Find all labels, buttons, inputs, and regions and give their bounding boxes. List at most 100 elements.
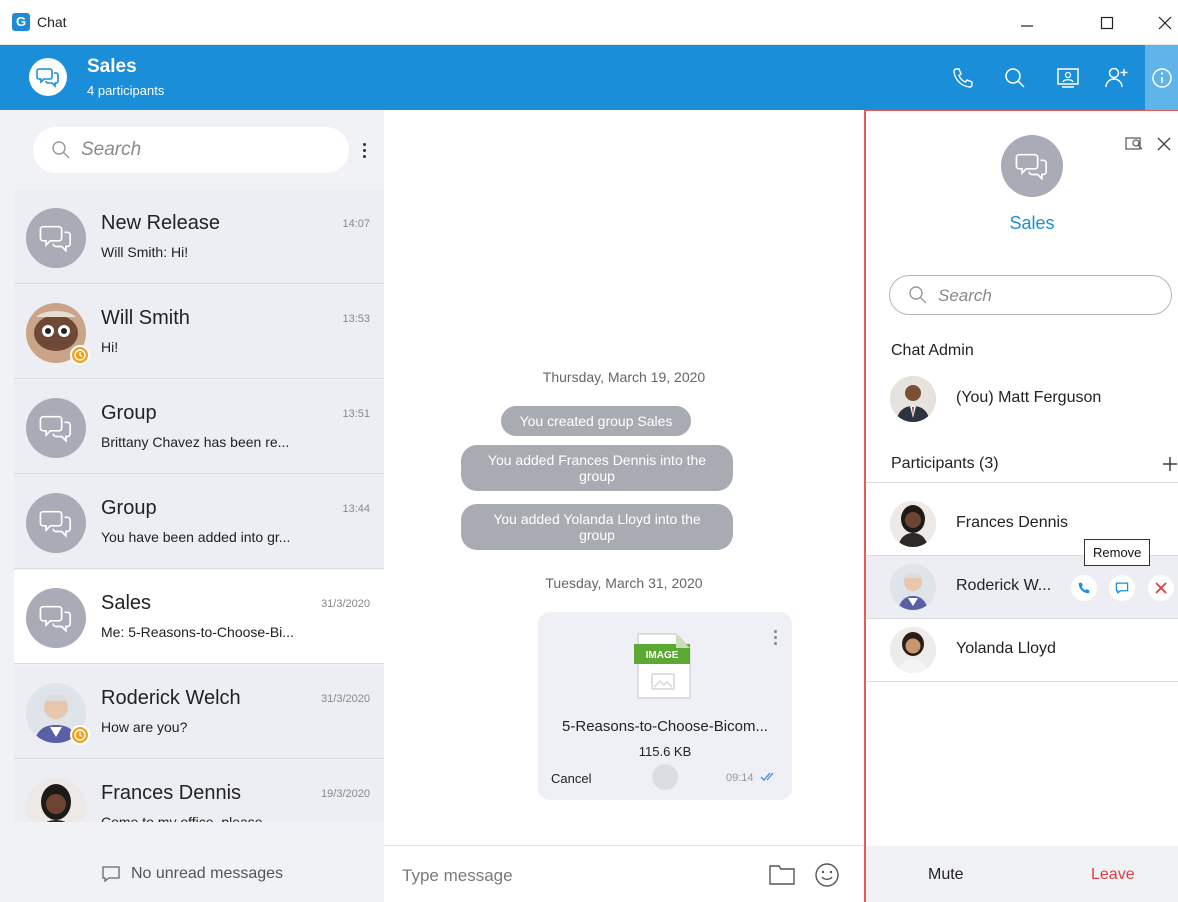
remove-participant-button[interactable] [1148,575,1174,601]
phone-icon [953,68,973,88]
double-check-icon [760,772,774,781]
remove-tooltip: Remove [1084,539,1151,566]
screen-share-icon [1057,68,1079,88]
message-time: 09:14 [726,772,754,784]
close-panel-icon[interactable] [1157,137,1171,151]
system-message: You created group Sales [501,406,691,436]
divider [866,482,1178,483]
chat-name: Group [101,497,157,519]
avatar [26,588,86,648]
folder-icon[interactable] [768,864,796,886]
add-participant-button[interactable] [1100,61,1134,95]
unread-status: No unread messages [0,845,384,902]
info-icon [1151,67,1172,88]
file-size: 115.6 KB [638,744,692,759]
chat-list: New Release Will Smith: Hi! 14:07 Will Smit… [0,190,384,822]
chat-time: 13:51 [342,408,370,420]
chat-time: 13:53 [342,313,370,325]
chat-last-message: Come to my office, please [101,814,263,822]
chat-window: G Chat Sales 4 participants Search New R… [0,0,1178,902]
chat-name: Roderick Welch [101,687,241,709]
unread-status-text: No unread messages [130,864,284,882]
chat-list-item[interactable]: Group Brittany Chavez has been re... 13:51 [14,380,384,474]
chat-search-input[interactable] [81,137,331,163]
close-window-button[interactable] [1150,8,1178,38]
message-icon [1115,582,1129,595]
maximize-button[interactable] [1092,8,1122,38]
app-logo-icon: G [12,13,30,31]
cancel-upload-link[interactable]: Cancel [551,771,591,786]
mute-button[interactable]: Mute [928,866,964,884]
chat-time: 14:07 [342,218,370,230]
conversation-panel: Thursday, March 19, 2020 You created gro… [384,110,864,902]
file-menu-button[interactable] [774,630,777,645]
chat-last-message: Brittany Chavez has been re... [101,434,290,450]
leave-button[interactable]: Leave [1091,866,1135,884]
chat-time: 13:44 [342,503,370,515]
chat-last-message: Me: 5-Reasons-to-Choose-Bi... [101,624,294,640]
conversation-title: Sales [87,56,137,77]
add-participant-icon[interactable] [1162,456,1178,472]
chat-list-panel: New Release Will Smith: Hi! 14:07 Will Smit… [0,110,384,902]
search-icon [1005,68,1025,88]
date-separator: Thursday, March 19, 2020 [542,369,706,385]
chat-list-item[interactable]: Frances Dennis Come to my office, please 1… [14,760,384,822]
chat-list-item[interactable]: Sales Me: 5-Reasons-to-Choose-Bi... 31/3/2… [14,570,384,664]
message-participant-button[interactable] [1109,575,1135,601]
emoji-icon[interactable] [814,862,840,888]
conversation-header: Sales 4 participants [0,45,1178,110]
group-chat-icon [39,225,72,253]
date-separator: Tuesday, March 31, 2020 [545,575,703,591]
avatar [890,501,936,547]
call-participant-button[interactable] [1071,575,1097,601]
message-input[interactable] [402,862,742,890]
participant-name: Roderick W... [956,577,1052,594]
system-message: You added Yolanda Lloyd into the group [461,504,733,550]
group-avatar [29,58,67,96]
upload-progress-indicator [652,764,678,790]
group-chat-icon [36,68,59,88]
participant-row[interactable]: Yolanda Lloyd [866,619,1178,681]
chat-list-item[interactable]: Roderick Welch How are you? 31/3/2020 [14,665,384,759]
admin-row[interactable]: (You) Matt Ferguson [866,368,1178,430]
call-button[interactable] [946,61,980,95]
group-chat-icon [39,510,72,538]
search-messages-button[interactable] [998,61,1032,95]
avatar [26,493,86,553]
chat-name: Frances Dennis [101,782,242,804]
search-icon [909,286,927,304]
away-status-icon [70,345,90,365]
divider [866,681,1178,682]
chat-list-item[interactable]: Group You have been added into gr... 13:44 [14,475,384,569]
minimize-button[interactable] [1012,8,1042,38]
share-screen-button[interactable] [1051,61,1085,95]
chat-name: Will Smith [101,307,190,329]
chat-name: New Release [101,212,220,234]
avatar [26,303,90,365]
info-panel: Sales Chat Admin (You) Matt Ferguson [864,110,1178,902]
chat-time: 19/3/2020 [321,788,370,800]
detach-panel-icon[interactable] [1124,135,1146,153]
away-status-icon [70,725,90,745]
group-chat-icon [39,415,72,443]
avatar [890,627,936,673]
avatar [890,564,936,610]
message-icon [102,865,120,882]
admin-name: (You) Matt Ferguson [956,389,1102,406]
group-avatar [1001,135,1063,197]
participant-search-input[interactable] [938,285,1158,307]
info-button[interactable] [1145,45,1178,110]
minimize-icon [1021,25,1033,27]
file-message[interactable]: IMAGE 5-Reasons-to-Choose-Bicom... 115.6… [538,612,792,800]
chat-list-item[interactable]: Will Smith Hi! 13:53 [14,285,384,379]
avatar [26,208,86,268]
admin-section-label: Chat Admin [891,342,974,359]
chat-list-menu-button[interactable] [357,136,371,164]
maximize-icon [1100,16,1114,30]
group-title: Sales [1009,213,1055,233]
composer [384,845,864,902]
participant-name: Yolanda Lloyd [956,640,1056,657]
chat-list-item[interactable]: New Release Will Smith: Hi! 14:07 [14,190,384,284]
chat-name: Sales [101,592,152,614]
remove-icon [1155,582,1167,594]
